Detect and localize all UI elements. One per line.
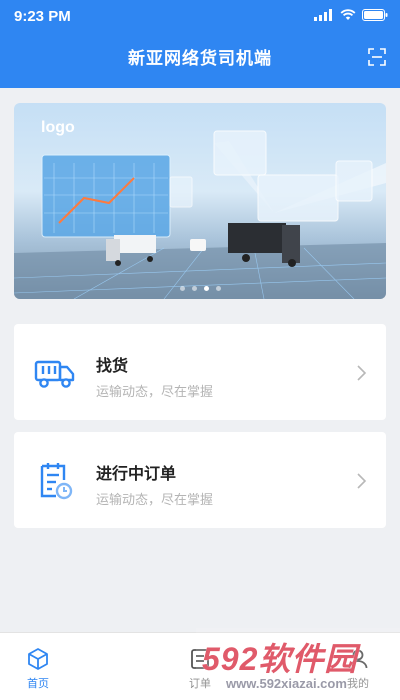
truck-icon bbox=[34, 360, 75, 388]
tab-home[interactable]: 首页 bbox=[0, 647, 78, 691]
chevron-right-icon bbox=[357, 365, 367, 381]
banner-carousel[interactable]: logo bbox=[14, 103, 386, 299]
watermark-url: www.592xiazai.com bbox=[226, 676, 347, 691]
card-title: 进行中订单 bbox=[96, 466, 177, 483]
orders-in-progress-card[interactable]: 进行中订单 运输动态，尽在掌握 bbox=[14, 432, 386, 528]
tab-label: 首页 bbox=[27, 678, 49, 690]
find-cargo-card[interactable]: 找货 运输动态，尽在掌握 bbox=[14, 324, 386, 420]
banner-logo-text: logo bbox=[41, 119, 75, 136]
status-time: 9:23 PM bbox=[14, 8, 71, 25]
order-clipboard-icon bbox=[40, 463, 73, 500]
chevron-right-icon bbox=[357, 473, 367, 489]
carousel-dot[interactable] bbox=[179, 286, 185, 291]
page-title: 新亚网络货司机端 bbox=[128, 49, 272, 68]
home-cube-icon bbox=[28, 648, 48, 670]
carousel-dot[interactable] bbox=[191, 286, 197, 291]
app-header: 9:23 PM 新亚网络货司机端 bbox=[0, 0, 400, 88]
signal-icon bbox=[314, 9, 332, 21]
carousel-indicators bbox=[14, 286, 386, 291]
status-icons bbox=[314, 9, 388, 21]
card-subtitle: 运输动态，尽在掌握 bbox=[96, 384, 214, 399]
status-bar: 9:23 PM bbox=[0, 0, 400, 34]
battery-icon bbox=[362, 9, 388, 21]
card-subtitle: 运输动态，尽在掌握 bbox=[96, 492, 214, 507]
scan-icon[interactable] bbox=[366, 46, 388, 68]
carousel-dot-active[interactable] bbox=[203, 286, 209, 291]
watermark: 592软件园 www.592xiazai.com bbox=[196, 628, 400, 700]
wifi-icon bbox=[340, 9, 356, 20]
card-title: 找货 bbox=[96, 358, 129, 375]
watermark-brand: 592软件园 bbox=[202, 641, 358, 677]
carousel-dot[interactable] bbox=[215, 286, 221, 291]
